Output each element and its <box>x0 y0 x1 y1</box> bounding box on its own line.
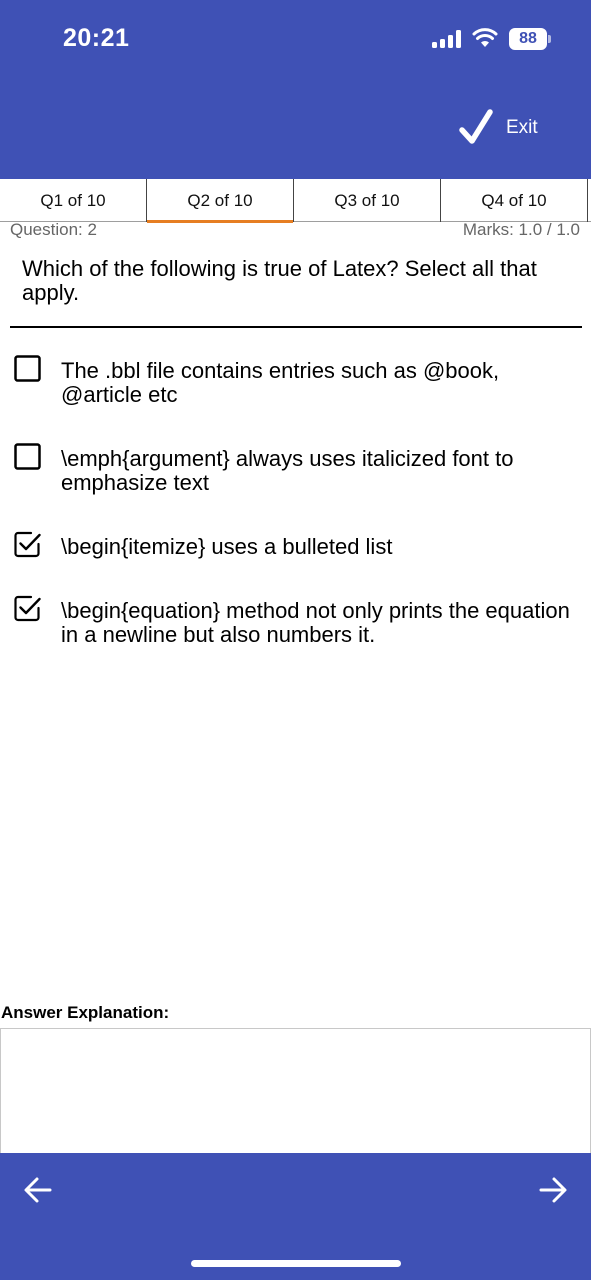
checkbox-unchecked-icon[interactable] <box>14 355 41 382</box>
option-3[interactable]: \begin{itemize} uses a bulleted list <box>14 531 574 559</box>
answer-explanation-label: Answer Explanation: <box>1 1003 170 1022</box>
battery-icon: 88 <box>509 28 547 50</box>
option-1[interactable]: The .bbl file contains entries such as @… <box>14 355 574 407</box>
tab-q1[interactable]: Q1 of 10 <box>0 179 147 222</box>
battery-nub <box>548 35 551 43</box>
exit-label: Exit <box>506 117 538 138</box>
status-time: 20:21 <box>63 24 130 52</box>
wifi-icon <box>472 28 498 47</box>
answer-explanation-box[interactable] <box>0 1028 591 1154</box>
tab-q3[interactable]: Q3 of 10 <box>294 179 441 222</box>
arrow-left-icon[interactable] <box>18 1172 58 1208</box>
divider <box>10 326 582 328</box>
question-marks: Marks: 1.0 / 1.0 <box>462 220 580 239</box>
question-tabs: Q1 of 10 Q2 of 10 Q3 of 10 Q4 of 10 <box>0 179 591 223</box>
option-label: \begin{itemize} uses a bulleted list <box>61 534 393 559</box>
option-label: \begin{equation} method not only prints … <box>61 598 570 647</box>
checkmark-icon <box>459 109 493 144</box>
home-indicator[interactable] <box>191 1260 401 1267</box>
question-text: Which of the following is true of Latex?… <box>22 256 537 305</box>
checkbox-checked-icon[interactable] <box>14 531 41 558</box>
option-4[interactable]: \begin{equation} method not only prints … <box>14 595 574 647</box>
option-label: \emph{argument} always uses italicized f… <box>61 446 514 495</box>
arrow-right-icon[interactable] <box>533 1172 573 1208</box>
checkbox-checked-icon[interactable] <box>14 595 41 622</box>
tab-q4[interactable]: Q4 of 10 <box>441 179 588 222</box>
exit-button[interactable]: Exit <box>458 106 558 150</box>
cellular-signal-icon <box>432 30 463 48</box>
battery-level: 88 <box>519 30 537 47</box>
option-2[interactable]: \emph{argument} always uses italicized f… <box>14 443 574 495</box>
question-number: Question: 2 <box>10 220 97 239</box>
tab-q2[interactable]: Q2 of 10 <box>147 179 294 223</box>
option-label: The .bbl file contains entries such as @… <box>61 358 500 407</box>
checkbox-unchecked-icon[interactable] <box>14 443 41 470</box>
